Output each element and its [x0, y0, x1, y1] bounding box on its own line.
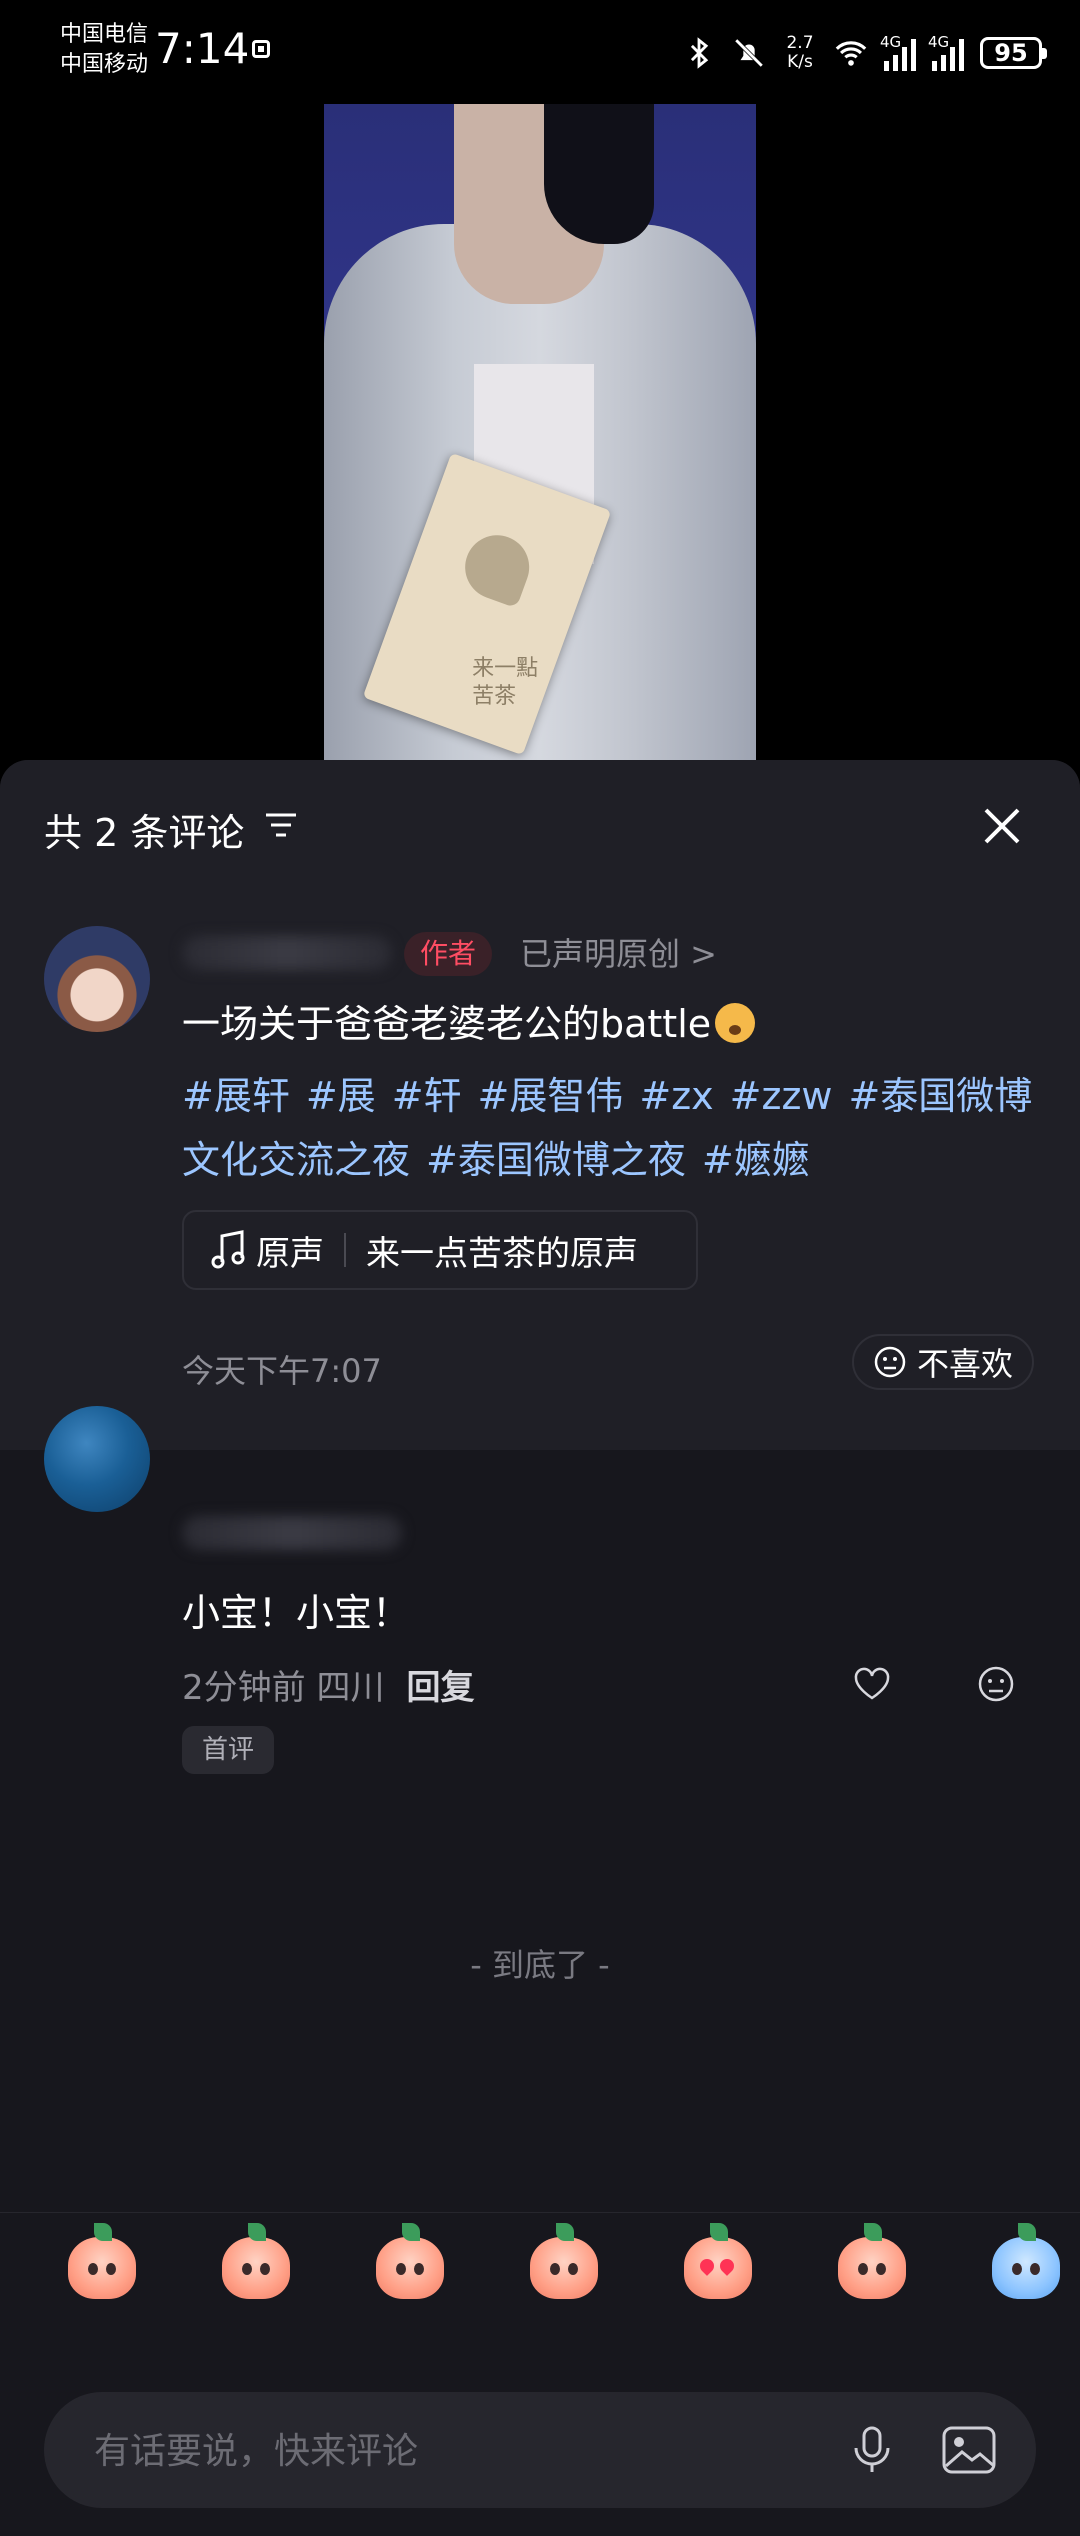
peach-emoji-5[interactable] — [678, 2221, 758, 2301]
hashtag[interactable]: #轩 — [392, 1074, 462, 1118]
peach-emoji-6[interactable] — [832, 2221, 912, 2301]
video-figure-hair — [544, 104, 654, 244]
hashtag[interactable]: #zzw — [730, 1074, 833, 1118]
comment-time-location: 2分钟前 四川 — [182, 1668, 385, 1708]
end-of-list-label: - 到底了 - — [470, 1946, 610, 1984]
net-speed-unit: K/s — [787, 52, 813, 72]
music-note-icon — [211, 1230, 245, 1269]
hashtag[interactable]: #嬷嬷 — [702, 1138, 810, 1182]
peach-emoji-3[interactable] — [370, 2221, 450, 2301]
bluetooth-icon — [690, 37, 709, 69]
filter-icon[interactable] — [264, 810, 298, 840]
video-preview[interactable]: 来一點 苦茶 — [324, 104, 756, 760]
net-speed: 2.7 K/s — [782, 34, 818, 72]
comment-input[interactable] — [92, 2392, 836, 2510]
card-watermark: 来一點 苦茶 — [472, 655, 538, 711]
reply-button[interactable]: 回复 — [406, 1668, 474, 1708]
peach-emoji-4[interactable] — [524, 2221, 604, 2301]
post-title: 一场关于爸爸老婆老公的battle — [182, 998, 756, 1050]
peach-emoji-1[interactable] — [62, 2221, 142, 2301]
hashtag-list: #展轩 #展 #轩 #展智伟 #zx #zzw #泰国微博文化交流之夜 #泰国微博之夜 #嬷嬷 — [182, 1064, 1042, 1192]
hashtag[interactable]: #zx — [639, 1074, 713, 1118]
heart-icon[interactable] — [852, 1664, 892, 1704]
carrier-1: 中国电信 — [60, 22, 149, 47]
net-speed-value: 2.7 — [786, 33, 814, 53]
author-badge: 作者 — [404, 932, 492, 976]
post-title-text: 一场关于爸爸老婆老公的battle — [182, 1002, 712, 1046]
author-name-blurred[interactable] — [182, 936, 392, 970]
signal-label-1: 4G — [880, 33, 902, 51]
author-post: 作者 已声明原创 > 一场关于爸爸老婆老公的battle #展轩 #展 #轩 #展智伟… — [0, 890, 1080, 1450]
mute-bell-icon — [734, 38, 764, 68]
declared-original-link[interactable]: 已声明原创 > — [520, 932, 717, 976]
notification-icon — [252, 40, 270, 58]
peach-emoji-7[interactable] — [986, 2221, 1066, 2301]
close-icon[interactable] — [978, 802, 1026, 850]
clock: 7:14 — [155, 24, 250, 73]
status-icons: 2.7 K/s 4G 4G 95 — [682, 28, 1047, 78]
comment-input-bar — [44, 2392, 1036, 2510]
comments-panel: 共 2 条评论 作者 已声明原创 > 一场关于爸爸老婆老公的battle #展轩… — [0, 760, 1080, 2536]
carrier-names: 中国电信 中国移动 — [60, 20, 148, 80]
neutral-face-icon — [874, 1346, 906, 1378]
author-avatar[interactable] — [44, 926, 150, 1032]
signal-strength-icon-2: 4G — [928, 33, 964, 71]
comment-text: 小宝！小宝！ — [182, 1591, 411, 1635]
microphone-icon[interactable] — [844, 2422, 900, 2478]
neutral-face-icon[interactable] — [976, 1664, 1016, 1704]
comments-header: 共 2 条评论 — [0, 760, 1080, 890]
status-bar: 中国电信 中国移动 7:14 2.7 K/s 4G 4G 95 — [0, 0, 1080, 100]
music-chip[interactable]: 原声 来一点苦茶的原声 — [182, 1210, 698, 1290]
wifi-icon — [835, 41, 867, 66]
image-icon[interactable] — [940, 2422, 998, 2478]
peach-emoji-2[interactable] — [216, 2221, 296, 2301]
dislike-button[interactable]: 不喜欢 — [852, 1334, 1034, 1390]
post-time: 今天下午7:07 — [182, 1352, 382, 1390]
commenter-name-blurred[interactable] — [182, 1516, 402, 1550]
music-label: 原声 — [256, 1233, 324, 1274]
card-logo — [456, 526, 539, 609]
first-comment-badge: 首评 — [182, 1726, 274, 1774]
dislike-label: 不喜欢 — [916, 1345, 1013, 1383]
comment-meta: 2分钟前 四川 回复 — [182, 1660, 474, 1709]
comments-count-title: 共 2 条评论 — [44, 811, 245, 855]
battery-icon: 95 — [980, 37, 1047, 69]
hashtag[interactable]: #展智伟 — [478, 1074, 624, 1118]
commenter-avatar[interactable] — [44, 1406, 150, 1512]
hashtag[interactable]: #展 — [306, 1074, 376, 1118]
signal-strength-icon: 4G — [880, 33, 916, 71]
carrier-2: 中国移动 — [60, 52, 149, 77]
music-divider — [344, 1233, 346, 1267]
hashtag[interactable]: #展轩 — [182, 1074, 290, 1118]
watermark-line-1: 来一點 — [472, 655, 539, 681]
hashtag[interactable]: #泰国微博之夜 — [426, 1138, 686, 1182]
signal-label-2: 4G — [928, 33, 950, 51]
emoji-quick-bar — [0, 2212, 1080, 2333]
music-name: 来一点苦茶的原声 — [366, 1233, 638, 1274]
watermark-line-2: 苦茶 — [472, 683, 517, 709]
surprised-face-emoji — [715, 1003, 756, 1043]
